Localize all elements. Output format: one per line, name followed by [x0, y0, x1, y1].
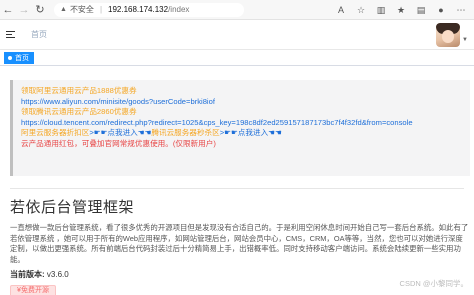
- desc-line: 若依管理系统 ，她可以用于所有的Web应用程序，如网站管理后台，网站会员中心，C…: [10, 233, 463, 243]
- warning-icon: ▲: [60, 6, 67, 13]
- desc-line: 能。: [10, 254, 25, 264]
- back-icon[interactable]: ←: [0, 2, 16, 18]
- intro-description: 一直想做一款后台管理系统，看了很多优秀的开源项目但是发现没有合适自己的。于是利用…: [10, 223, 468, 265]
- app-navbar: 首页 ▼: [0, 20, 474, 50]
- avatar[interactable]: [436, 23, 460, 47]
- version-info: 当前版本: v3.6.0: [10, 269, 69, 280]
- tag-home[interactable]: 首页: [4, 52, 34, 64]
- split-screen-icon[interactable]: ▥: [374, 3, 388, 17]
- forward-icon[interactable]: →: [16, 2, 32, 18]
- address-separator: |: [99, 5, 103, 14]
- more-icon[interactable]: ⋯: [454, 3, 468, 17]
- hamburger-icon[interactable]: [3, 25, 23, 45]
- tencent-zone-link[interactable]: >☛☛点我进入☚☚: [220, 128, 282, 137]
- aliyun-zone-link[interactable]: >☛☛点我进入☚☚: [89, 128, 151, 137]
- aliyun-zone-label[interactable]: 阿里云服务器折扣区: [21, 128, 89, 137]
- promo-tencent-link[interactable]: https://cloud.tencent.com/redirect.php?r…: [21, 118, 470, 129]
- security-label: 不安全: [69, 5, 94, 14]
- version-label: 当前版本:: [10, 270, 45, 279]
- active-dot-icon: [8, 56, 12, 60]
- url-host: 192.168.174.132: [108, 5, 169, 14]
- profile-icon[interactable]: ●: [434, 3, 448, 17]
- refresh-icon[interactable]: ↻: [32, 2, 48, 18]
- promo-server-zones: 阿里云服务器折扣区>☛☛点我进入☚☚腾讯云服务器秒杀区>☛☛点我进入☚☚: [21, 128, 470, 139]
- tags-view: 首页: [0, 50, 474, 66]
- collections-icon[interactable]: ▤: [414, 3, 428, 17]
- caret-down-icon[interactable]: ▼: [462, 37, 468, 43]
- desc-line: 一直想做一款后台管理系统，看了很多优秀的开源项目但是发现没有合适自己的。于是利用…: [10, 223, 468, 232]
- tag-home-label: 首页: [15, 55, 29, 62]
- main-content: 领取阿里云通用云产品1888优惠券 https://www.aliyun.com…: [0, 66, 474, 295]
- free-open-source-button[interactable]: ¥免费开源: [10, 285, 56, 295]
- favorites-list-icon[interactable]: ★: [394, 3, 408, 17]
- promo-note: 云产品通用红包，可叠加官网常规优惠使用。(仅限新用户): [21, 138, 216, 148]
- divider: [10, 188, 464, 189]
- favorite-icon[interactable]: ☆: [354, 3, 368, 17]
- read-aloud-icon[interactable]: A: [334, 3, 348, 17]
- promo-aliyun-title[interactable]: 领取阿里云通用云产品1888优惠券: [21, 86, 470, 97]
- page-title: 若依后台管理框架: [10, 198, 135, 216]
- breadcrumb[interactable]: 首页: [31, 29, 47, 40]
- promo-tencent-title[interactable]: 领取腾讯云通用云产品2860优惠券: [21, 107, 470, 118]
- url-path: /index: [168, 5, 190, 14]
- avatar-face: [442, 30, 454, 43]
- promo-aliyun-link[interactable]: https://www.aliyun.com/minisite/goods?us…: [21, 97, 470, 108]
- browser-toolbar: ← → ↻ ▲ 不安全 | 192.168.174.132 /index A ☆…: [0, 0, 474, 20]
- promo-block: 领取阿里云通用云产品1888优惠券 https://www.aliyun.com…: [10, 80, 470, 176]
- browser-actions: A ☆ ▥ ★ ▤ ● ⋯: [334, 3, 468, 17]
- tencent-zone-label[interactable]: 腾讯云服务器秒杀区: [151, 128, 219, 137]
- watermark: CSDN @小黎同学。: [399, 279, 468, 288]
- desc-line: 定制，以做出更强系统。所有前端后台代码封装过后十分精简易上手，出错概率低。同时支…: [10, 244, 461, 254]
- address-bar[interactable]: ▲ 不安全 | 192.168.174.132 /index: [54, 2, 244, 17]
- version-value: v3.6.0: [46, 270, 69, 279]
